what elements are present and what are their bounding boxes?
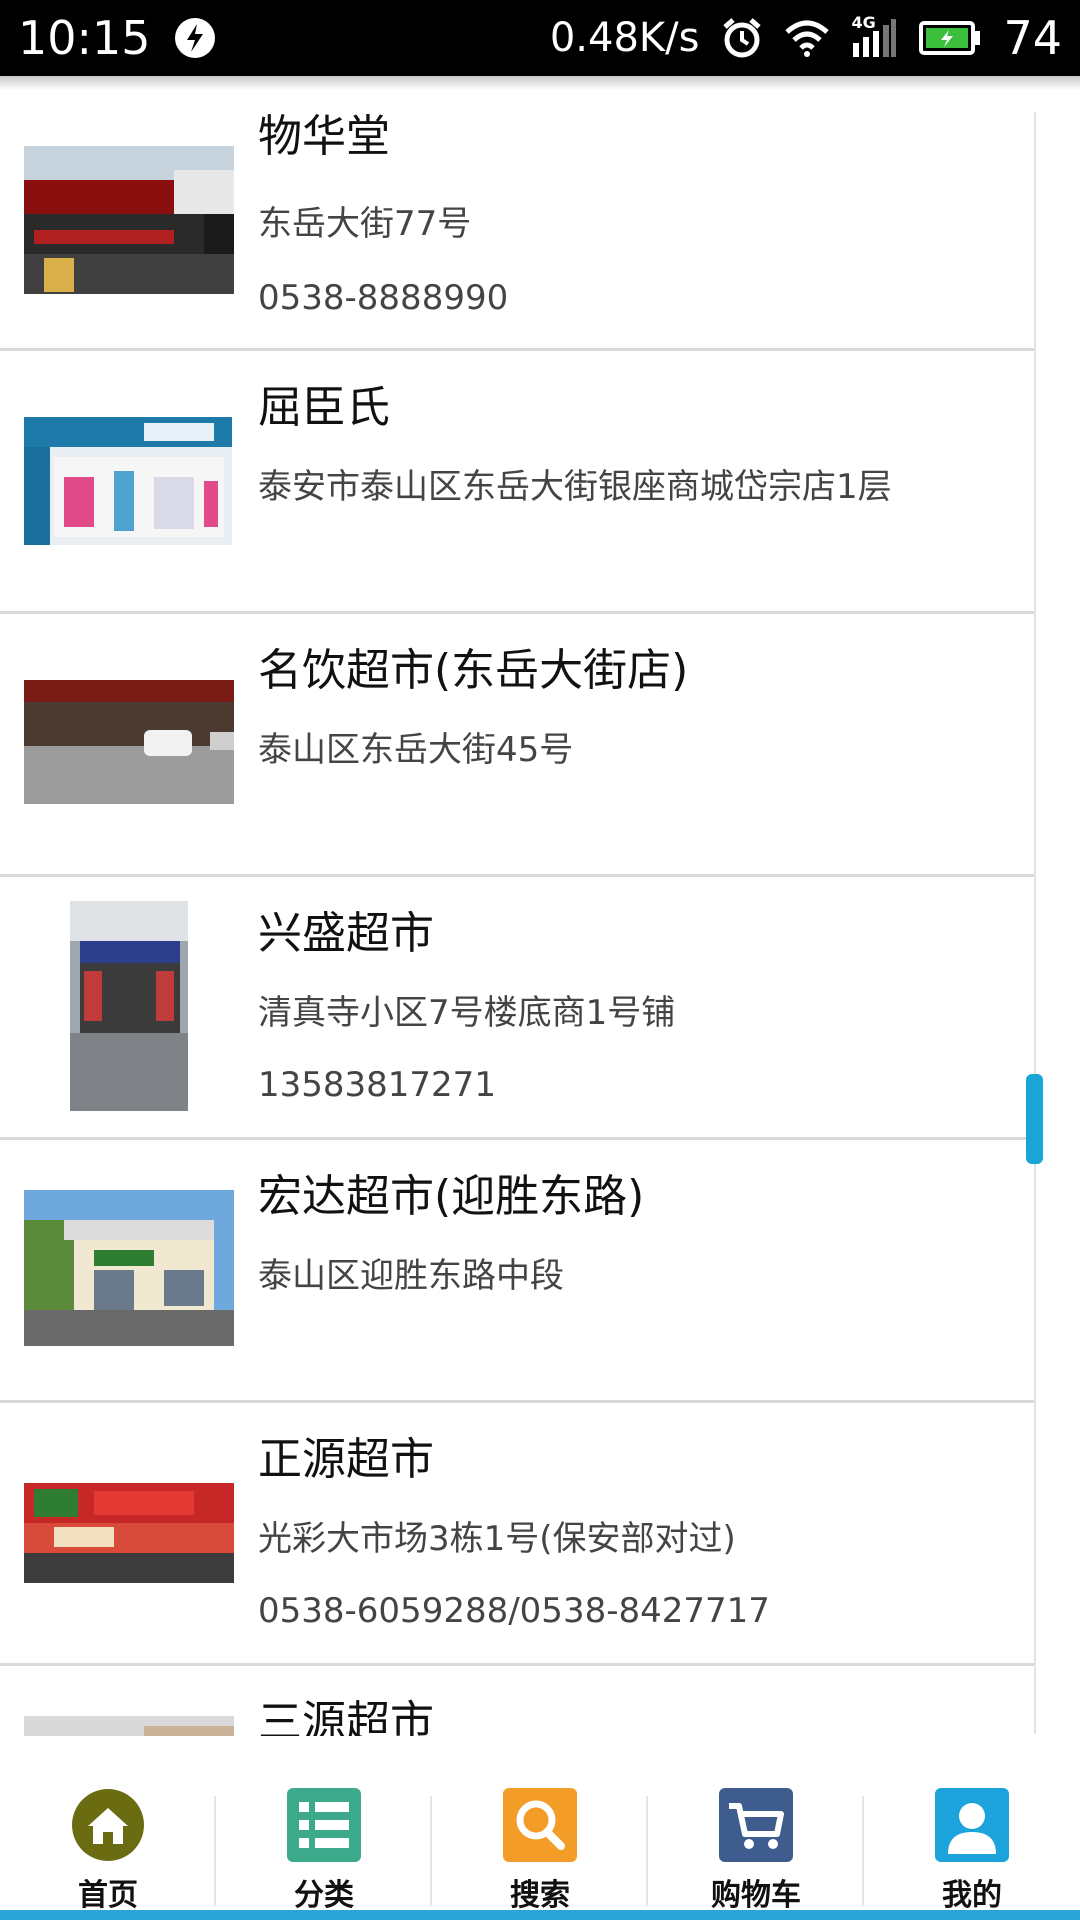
bottom-nav: 首页 分类 搜索 购物车 我的 bbox=[0, 1736, 1080, 1920]
store-thumbnail bbox=[24, 1483, 234, 1583]
store-row[interactable]: 兴盛超市 清真寺小区7号楼底商1号铺 13583817271 bbox=[0, 877, 1034, 1140]
list-icon bbox=[287, 1788, 361, 1866]
wifi-icon bbox=[785, 18, 830, 58]
store-address: 清真寺小区7号楼底商1号铺 bbox=[258, 993, 676, 1033]
status-bar: 10:15 0.48K/s 4G 74 bbox=[0, 0, 1080, 76]
nav-cart[interactable]: 购物车 bbox=[648, 1736, 864, 1920]
home-icon bbox=[71, 1788, 145, 1866]
store-name: 屈臣氏 bbox=[258, 382, 390, 433]
store-row[interactable]: 正源超市 光彩大市场3栋1号(保安部对过) 0538-6059288/0538-… bbox=[0, 1403, 1034, 1666]
battery-icon bbox=[919, 21, 981, 55]
header-shadow bbox=[0, 76, 1080, 90]
store-row[interactable]: 宏达超市(迎胜东路) 泰山区迎胜东路中段 bbox=[0, 1140, 1034, 1403]
battery-level: 74 bbox=[1003, 11, 1062, 65]
nav-active-indicator bbox=[0, 1910, 216, 1920]
store-name: 名饮超市(东岳大街店) bbox=[258, 645, 689, 696]
nav-label: 分类 bbox=[294, 1878, 354, 1913]
store-row[interactable]: 三源超市 bbox=[0, 1666, 1034, 1736]
nav-label: 购物车 bbox=[711, 1878, 801, 1913]
store-address: 东岳大街77号 bbox=[258, 204, 472, 244]
store-row[interactable]: 名饮超市(东岳大街店) 泰山区东岳大街45号 bbox=[0, 614, 1034, 877]
store-name: 宏达超市(迎胜东路) bbox=[258, 1171, 645, 1222]
nav-label: 首页 bbox=[78, 1878, 138, 1913]
store-address: 泰安市泰山区东岳大街银座商城岱宗店1层 bbox=[258, 467, 892, 507]
store-thumbnail bbox=[24, 417, 232, 545]
store-phone: 0538-8888990 bbox=[258, 278, 509, 318]
signal-4g-icon: 4G bbox=[851, 13, 897, 59]
store-thumbnail bbox=[24, 146, 234, 294]
store-list[interactable]: 物华堂 东岳大街77号 0538-8888990 屈臣氏 泰安市泰山区东岳大街银… bbox=[0, 90, 1034, 1736]
store-thumbnail bbox=[24, 1190, 234, 1346]
nav-mine[interactable]: 我的 bbox=[864, 1736, 1080, 1920]
alarm-icon bbox=[721, 17, 763, 59]
user-icon bbox=[935, 1788, 1009, 1866]
store-row[interactable]: 屈臣氏 泰安市泰山区东岳大街银座商城岱宗店1层 bbox=[0, 351, 1034, 614]
cart-icon bbox=[719, 1788, 793, 1866]
store-name: 兴盛超市 bbox=[258, 908, 434, 959]
app-notification-icon bbox=[173, 16, 217, 60]
store-name: 三源超市 bbox=[258, 1697, 434, 1736]
store-name: 物华堂 bbox=[258, 111, 390, 162]
scrollbar-thumb[interactable] bbox=[1026, 1074, 1043, 1164]
store-address: 光彩大市场3栋1号(保安部对过) bbox=[258, 1519, 736, 1559]
nav-search[interactable]: 搜索 bbox=[432, 1736, 648, 1920]
nav-label: 搜索 bbox=[510, 1878, 570, 1913]
status-time: 10:15 bbox=[18, 11, 151, 65]
nav-home[interactable]: 首页 bbox=[0, 1736, 216, 1920]
store-thumbnail bbox=[24, 680, 234, 804]
network-label: 4G bbox=[851, 13, 876, 32]
store-address: 泰山区东岳大街45号 bbox=[258, 730, 574, 770]
nav-category[interactable]: 分类 bbox=[216, 1736, 432, 1920]
store-phone: 0538-6059288/0538-8427717 bbox=[258, 1591, 770, 1631]
store-row[interactable]: 物华堂 东岳大街77号 0538-8888990 bbox=[0, 90, 1034, 351]
nav-label: 我的 bbox=[942, 1878, 1002, 1913]
search-icon bbox=[503, 1788, 577, 1866]
net-speed: 0.48K/s bbox=[549, 15, 700, 61]
store-name: 正源超市 bbox=[258, 1434, 434, 1485]
list-right-border bbox=[1034, 112, 1036, 1734]
store-address: 泰山区迎胜东路中段 bbox=[258, 1256, 564, 1296]
store-thumbnail bbox=[24, 1716, 234, 1736]
store-phone: 13583817271 bbox=[258, 1065, 496, 1105]
store-thumbnail bbox=[70, 901, 188, 1111]
